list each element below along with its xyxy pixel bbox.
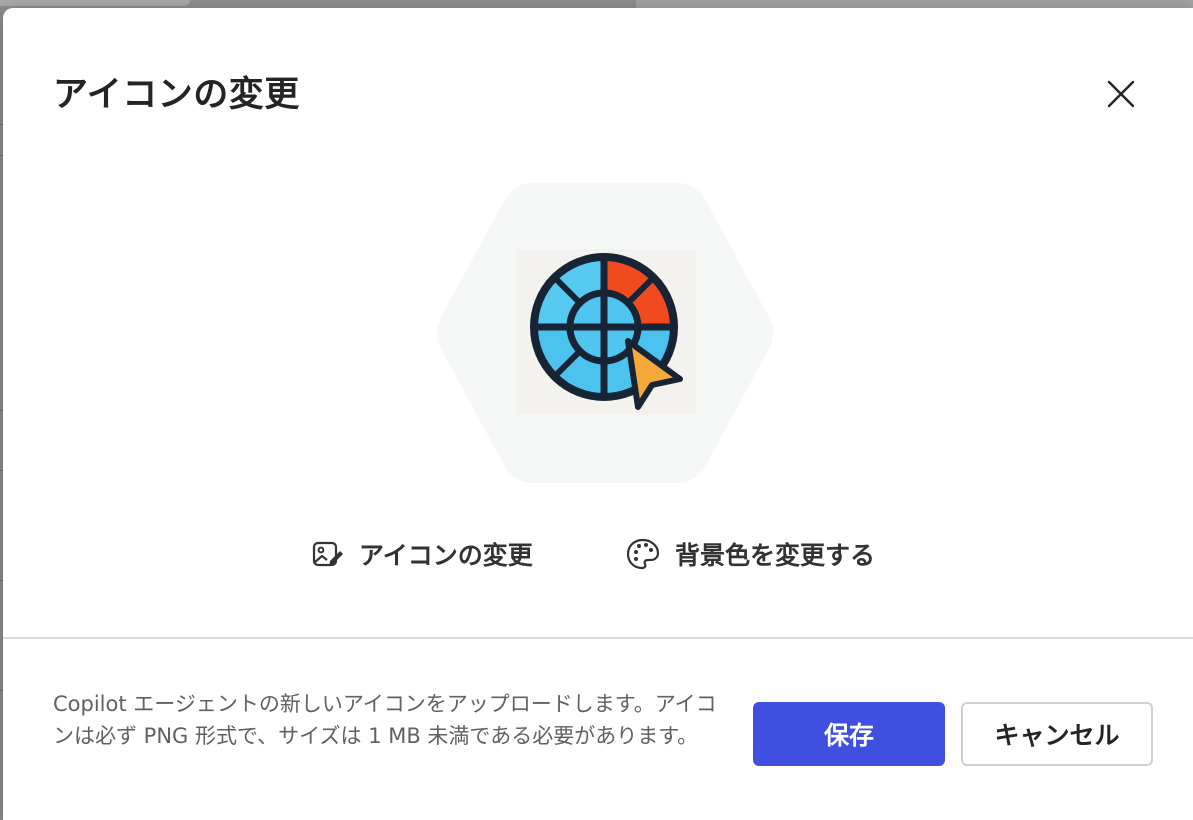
upload-instructions: Copilot エージェントの新しいアイコンをアップロードします。アイコンは必ず… [53,692,717,748]
close-icon [1107,80,1135,108]
change-background-color-label: 背景色を変更する [675,541,876,570]
cancel-button[interactable]: キャンセル [961,702,1153,766]
icon-actions: アイコンの変更 背景色を変更する [3,532,1193,576]
icon-preview [433,183,777,483]
dialog-title: アイコンの変更 [53,75,300,115]
background-pane [636,0,1193,8]
change-icon-label: アイコンの変更 [359,541,533,570]
close-button[interactable] [1101,74,1141,114]
change-icon-dialog: アイコンの変更 アイコンの変更 背景色を変更する Copilot エージェントの… [3,8,1193,820]
image-edit-icon [312,541,343,567]
save-button[interactable]: 保存 [753,702,945,766]
footer-divider [3,637,1193,639]
palette-icon [626,538,660,570]
change-icon-button[interactable]: アイコンの変更 [311,532,533,576]
change-background-color-button[interactable]: 背景色を変更する [625,532,875,576]
background-tab [0,0,190,6]
agent-icon-image [516,249,696,415]
color-wheel-cursor-icon [530,253,683,410]
